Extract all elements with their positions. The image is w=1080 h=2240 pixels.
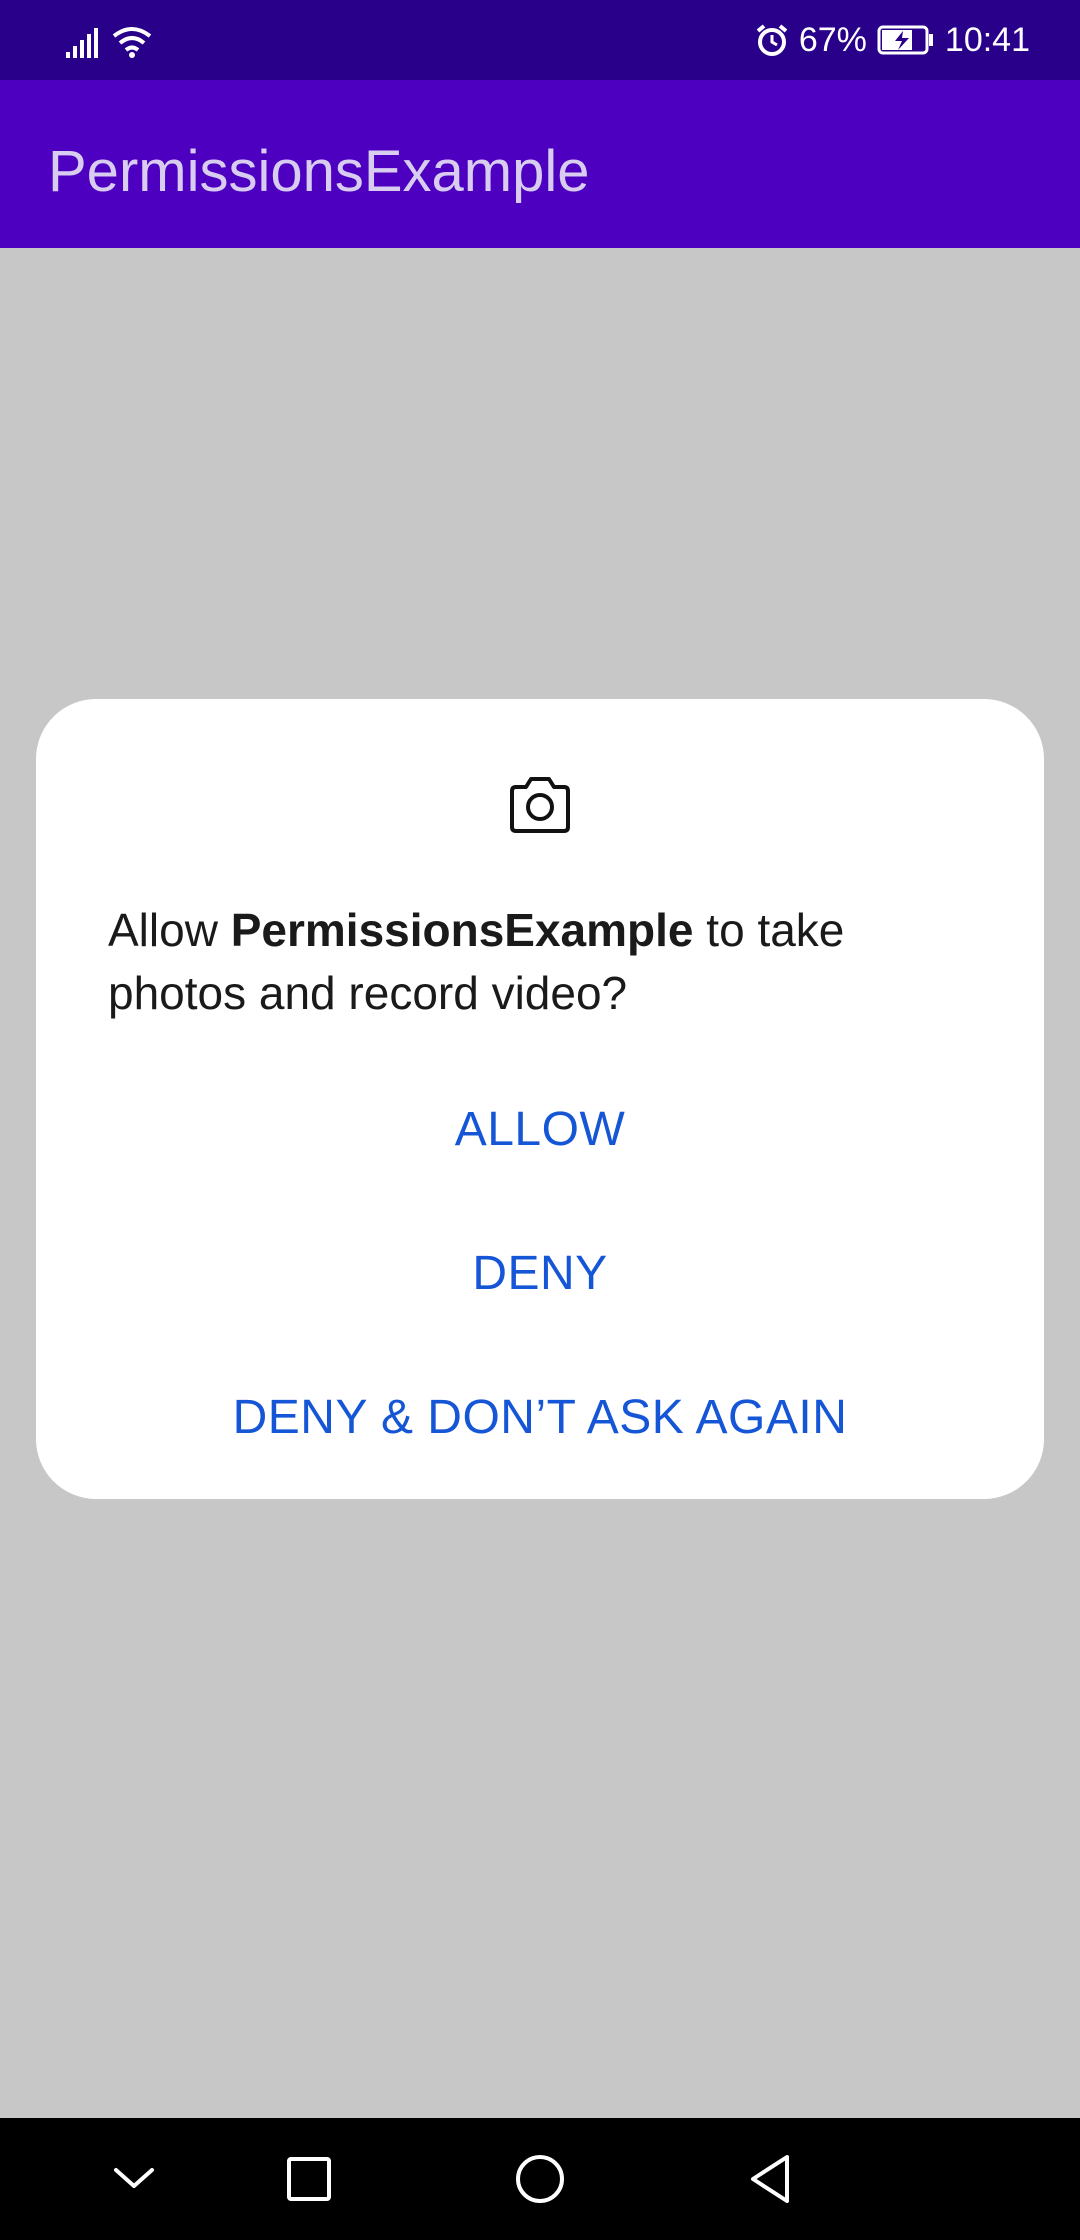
alarm-icon xyxy=(756,24,788,56)
nav-collapse-button[interactable] xyxy=(74,2118,194,2240)
wifi-icon xyxy=(112,27,152,58)
dialog-message: Allow PermissionsExample to take photos … xyxy=(108,899,968,1025)
chevron-down-icon xyxy=(114,2168,154,2188)
deny-button[interactable]: DENY xyxy=(36,1213,1044,1333)
nav-back-button[interactable] xyxy=(710,2118,830,2240)
allow-button[interactable]: ALLOW xyxy=(36,1069,1044,1189)
battery-percent: 67% xyxy=(798,20,867,59)
recents-icon xyxy=(287,2157,331,2201)
signal-icon xyxy=(66,28,98,58)
message-app-name: PermissionsExample xyxy=(230,904,694,956)
camera-icon xyxy=(510,777,570,833)
app-title: PermissionsExample xyxy=(48,139,590,204)
permission-dialog: Allow PermissionsExample to take photos … xyxy=(36,699,1044,1499)
message-prefix: Allow xyxy=(108,904,231,956)
status-right: 67% 10:41 xyxy=(755,0,1030,80)
battery-charging-icon xyxy=(877,25,933,55)
clock: 10:41 xyxy=(944,20,1030,59)
status-left xyxy=(66,22,152,58)
home-icon xyxy=(516,2155,564,2203)
status-bar: 67% 10:41 xyxy=(0,0,1080,80)
app-bar: PermissionsExample xyxy=(0,80,1080,248)
navigation-bar xyxy=(0,2118,1080,2240)
nav-home-button[interactable] xyxy=(480,2118,600,2240)
nav-recents-button[interactable] xyxy=(249,2118,369,2240)
back-icon xyxy=(751,2155,789,2203)
deny-dont-ask-again-button[interactable]: DENY & DON’T ASK AGAIN xyxy=(36,1357,1044,1477)
